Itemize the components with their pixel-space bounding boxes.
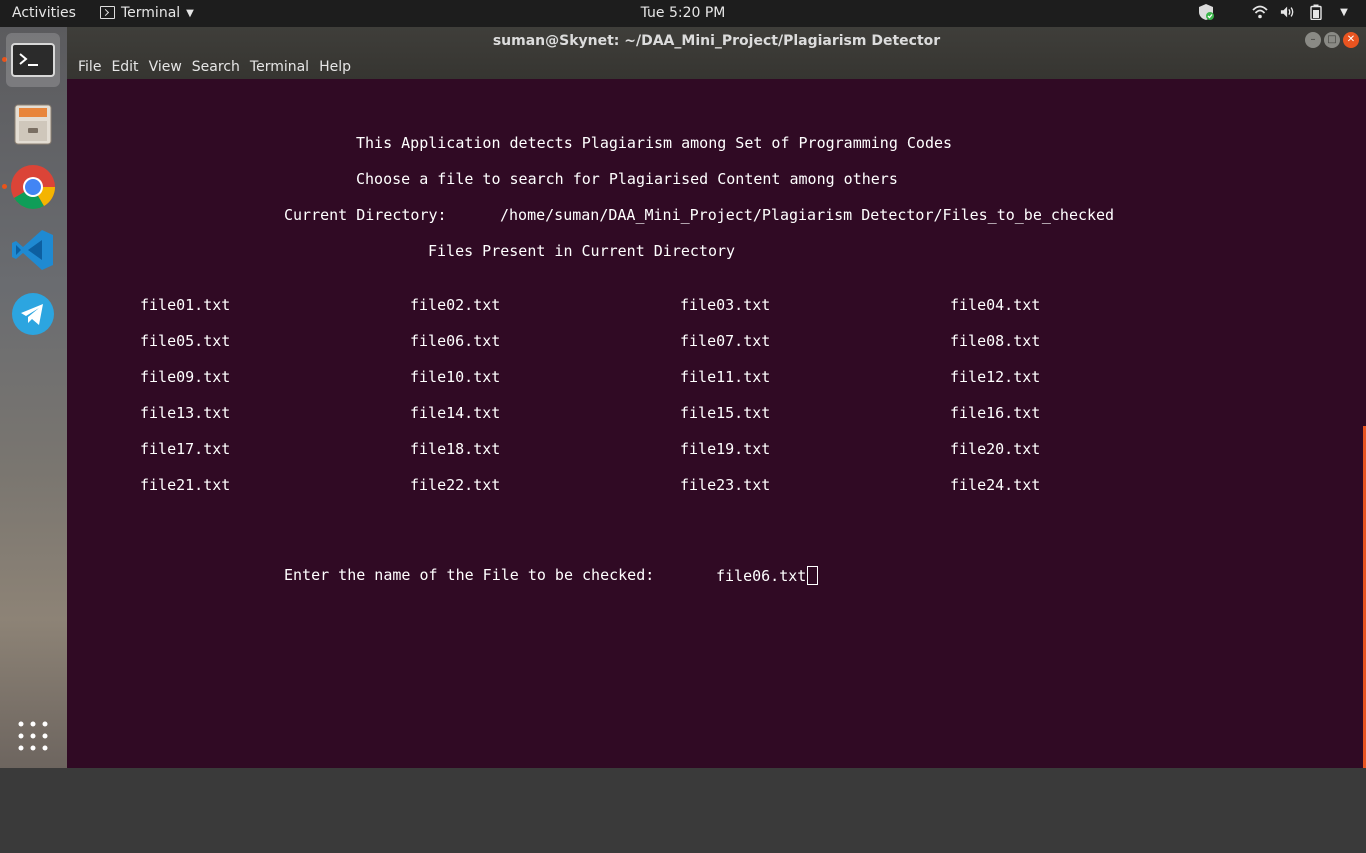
minimize-button[interactable]: – <box>1305 32 1321 48</box>
file-list-item: file08.txt <box>950 332 1041 350</box>
telegram-icon <box>12 293 54 335</box>
terminal-output[interactable]: This Application detects Plagiarism amon… <box>67 79 1366 768</box>
top-bar: Activities Terminal ▼ Tue 5:20 PM ▼ <box>0 0 1366 27</box>
menu-file[interactable]: File <box>73 58 106 76</box>
file-list-item: file11.txt <box>680 368 771 386</box>
file-list-item: file17.txt <box>140 440 231 458</box>
instruction-line: Choose a file to search for Plagiarised … <box>356 170 898 188</box>
file-list-item: file22.txt <box>410 476 501 494</box>
dock-item-telegram[interactable] <box>6 287 60 341</box>
file-list-item: file12.txt <box>950 368 1041 386</box>
menu-bar: File Edit View Search Terminal Help <box>73 58 356 76</box>
chrome-icon <box>11 165 55 209</box>
file-list-item: file03.txt <box>680 296 771 314</box>
show-applications-button[interactable] <box>6 709 60 763</box>
volume-icon[interactable] <box>1280 4 1296 20</box>
file-list-item: file15.txt <box>680 404 771 422</box>
file-list-item: file24.txt <box>950 476 1041 494</box>
grid-icon <box>18 721 48 751</box>
file-list-item: file16.txt <box>950 404 1041 422</box>
dock <box>0 27 67 768</box>
file-list-item: file02.txt <box>410 296 501 314</box>
window-controls: – □ ✕ <box>1305 32 1359 48</box>
file-list-item: file09.txt <box>140 368 231 386</box>
wifi-icon[interactable] <box>1252 4 1268 20</box>
dock-item-terminal[interactable] <box>6 33 60 87</box>
menu-edit[interactable]: Edit <box>106 58 143 76</box>
file-list-item: file20.txt <box>950 440 1041 458</box>
prompt-input-value[interactable]: file06.txt <box>716 567 806 585</box>
file-list-item: file13.txt <box>140 404 231 422</box>
dock-item-chrome[interactable] <box>6 160 60 214</box>
terminal-window: suman@Skynet: ~/DAA_Mini_Project/Plagiar… <box>67 27 1366 768</box>
file-list-item: file23.txt <box>680 476 771 494</box>
close-button[interactable]: ✕ <box>1343 32 1359 48</box>
file-list-item: file05.txt <box>140 332 231 350</box>
intro-line: This Application detects Plagiarism amon… <box>356 134 953 152</box>
system-tray[interactable]: ▼ <box>1198 4 1352 20</box>
file-cabinet-icon <box>14 104 52 145</box>
battery-icon[interactable] <box>1308 4 1324 20</box>
prompt-label: Enter the name of the File to be checked… <box>284 566 655 584</box>
maximize-button[interactable]: □ <box>1324 32 1340 48</box>
file-list-item: file04.txt <box>950 296 1041 314</box>
prompt-input-line[interactable]: file06.txt <box>716 566 819 585</box>
file-list-item: file10.txt <box>410 368 501 386</box>
terminal-icon <box>11 43 55 77</box>
menu-help[interactable]: Help <box>314 58 356 76</box>
shield-icon[interactable] <box>1198 4 1214 20</box>
file-list-item: file01.txt <box>140 296 231 314</box>
text-cursor <box>807 566 819 585</box>
file-list-item: file19.txt <box>680 440 771 458</box>
file-list-item: file18.txt <box>410 440 501 458</box>
current-directory-value: /home/suman/DAA_Mini_Project/Plagiarism … <box>500 206 1115 224</box>
menu-terminal[interactable]: Terminal <box>245 58 314 76</box>
chevron-down-icon[interactable]: ▼ <box>1336 4 1352 20</box>
window-title: suman@Skynet: ~/DAA_Mini_Project/Plagiar… <box>492 33 941 49</box>
file-list-item: file21.txt <box>140 476 231 494</box>
dock-item-vscode[interactable] <box>6 223 60 277</box>
vscode-icon <box>12 230 53 270</box>
file-list-item: file06.txt <box>410 332 501 350</box>
file-list-item: file14.txt <box>410 404 501 422</box>
title-bar[interactable]: suman@Skynet: ~/DAA_Mini_Project/Plagiar… <box>67 27 1366 79</box>
files-heading: Files Present in Current Directory <box>428 242 736 260</box>
dock-item-files[interactable] <box>6 97 60 151</box>
menu-view[interactable]: View <box>144 58 187 76</box>
file-list-item: file07.txt <box>680 332 771 350</box>
menu-search[interactable]: Search <box>187 58 245 76</box>
clock[interactable]: Tue 5:20 PM <box>0 5 1366 21</box>
current-directory-label: Current Directory: <box>284 206 447 224</box>
